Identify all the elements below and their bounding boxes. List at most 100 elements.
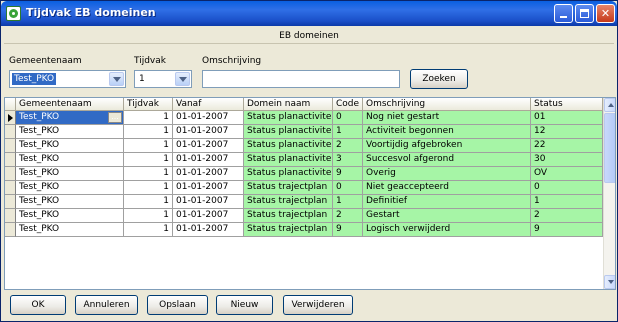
cell-omschrijving[interactable]: Logisch verwijderd: [363, 223, 531, 237]
cell-gemeentenaam[interactable]: Test_PKO ...: [16, 111, 124, 125]
column-header-status[interactable]: Status: [531, 98, 603, 111]
cell-vanaf[interactable]: 01-01-2007: [173, 153, 244, 167]
cell-vanaf[interactable]: 01-01-2007: [173, 195, 244, 209]
cell-code[interactable]: 9: [333, 167, 363, 181]
cell-gemeentenaam[interactable]: Test_PKO: [16, 223, 124, 237]
table-row[interactable]: Test_PKO ... 1 01-01-2007 Status planact…: [5, 111, 603, 125]
row-selector[interactable]: [5, 223, 16, 237]
cell-omschrijving[interactable]: Niet geaccepteerd: [363, 181, 531, 195]
cell-status[interactable]: 2: [531, 209, 603, 223]
cell-code[interactable]: 1: [333, 125, 363, 139]
cell-tijdvak[interactable]: 1: [124, 125, 173, 139]
cell-domein-naam[interactable]: Status trajectplan: [244, 223, 333, 237]
cell-vanaf[interactable]: 01-01-2007: [173, 209, 244, 223]
cell-vanaf[interactable]: 01-01-2007: [173, 125, 244, 139]
cell-vanaf[interactable]: 01-01-2007: [173, 181, 244, 195]
cell-status[interactable]: 0: [531, 181, 603, 195]
annuleren-button[interactable]: Annuleren: [75, 295, 138, 315]
close-button[interactable]: ✕: [596, 4, 615, 23]
vertical-scrollbar[interactable]: [603, 98, 615, 289]
cell-tijdvak[interactable]: 1: [124, 195, 173, 209]
cell-code[interactable]: 3: [333, 153, 363, 167]
row-selector[interactable]: [5, 167, 16, 181]
omschrijving-input[interactable]: [202, 70, 400, 88]
column-header-vanaf[interactable]: Vanaf: [173, 98, 244, 111]
column-header-code[interactable]: Code: [333, 98, 363, 111]
cell-domein-naam[interactable]: Status trajectplan: [244, 195, 333, 209]
cell-omschrijving[interactable]: Overig: [363, 167, 531, 181]
cell-status[interactable]: 30: [531, 153, 603, 167]
nieuw-button[interactable]: Nieuw: [216, 295, 273, 315]
cell-omschrijving[interactable]: Nog niet gestart: [363, 111, 531, 125]
scroll-thumb[interactable]: [604, 113, 615, 183]
cell-gemeentenaam[interactable]: Test_PKO: [16, 195, 124, 209]
cell-tijdvak[interactable]: 1: [124, 167, 173, 181]
cell-domein-naam[interactable]: Status trajectplan: [244, 209, 333, 223]
cell-status[interactable]: 22: [531, 139, 603, 153]
column-header-gemeentenaam[interactable]: Gemeentenaam: [16, 98, 124, 111]
scroll-up-icon[interactable]: [604, 98, 615, 112]
row-selector[interactable]: [5, 181, 16, 195]
table-row[interactable]: Test_PKO 1 01-01-2007 Status planactivit…: [5, 167, 603, 181]
cell-domein-naam[interactable]: Status planactiviteit: [244, 111, 333, 125]
ok-button[interactable]: OK: [10, 295, 66, 315]
minimize-button[interactable]: [554, 4, 573, 23]
tijdvak-select[interactable]: 1: [134, 70, 192, 88]
scroll-down-icon[interactable]: [604, 275, 615, 289]
cell-gemeentenaam[interactable]: Test_PKO: [16, 153, 124, 167]
cell-vanaf[interactable]: 01-01-2007: [173, 223, 244, 237]
cell-status[interactable]: 01: [531, 111, 603, 125]
cell-code[interactable]: 2: [333, 209, 363, 223]
row-selector[interactable]: [5, 111, 16, 125]
search-button[interactable]: Zoeken: [410, 69, 468, 89]
cell-gemeentenaam[interactable]: Test_PKO: [16, 181, 124, 195]
row-selector[interactable]: [5, 195, 16, 209]
column-header-tijdvak[interactable]: Tijdvak: [124, 98, 173, 111]
row-selector[interactable]: [5, 139, 16, 153]
cell-tijdvak[interactable]: 1: [124, 223, 173, 237]
cell-tijdvak[interactable]: 1: [124, 153, 173, 167]
gemeentenaam-select[interactable]: Test_PKO: [9, 70, 126, 88]
cell-omschrijving[interactable]: Gestart: [363, 209, 531, 223]
ellipsis-button[interactable]: ...: [108, 112, 122, 123]
cell-vanaf[interactable]: 01-01-2007: [173, 167, 244, 181]
table-row[interactable]: Test_PKO 1 01-01-2007 Status planactivit…: [5, 139, 603, 153]
cell-gemeentenaam[interactable]: Test_PKO: [16, 167, 124, 181]
row-selector[interactable]: [5, 125, 16, 139]
table-row[interactable]: Test_PKO 1 01-01-2007 Status trajectplan…: [5, 195, 603, 209]
cell-code[interactable]: 0: [333, 111, 363, 125]
cell-gemeentenaam[interactable]: Test_PKO: [16, 209, 124, 223]
cell-omschrijving[interactable]: Definitief: [363, 195, 531, 209]
cell-tijdvak[interactable]: 1: [124, 111, 173, 125]
cell-code[interactable]: 1: [333, 195, 363, 209]
cell-code[interactable]: 0: [333, 181, 363, 195]
column-header-domein-naam[interactable]: Domein naam: [244, 98, 333, 111]
table-row[interactable]: Test_PKO 1 01-01-2007 Status trajectplan…: [5, 181, 603, 195]
chevron-down-icon[interactable]: [109, 72, 124, 86]
column-header-omschrijving[interactable]: Omschrijving: [363, 98, 531, 111]
maximize-button[interactable]: [575, 4, 594, 23]
chevron-down-icon[interactable]: [175, 72, 190, 86]
cell-tijdvak[interactable]: 1: [124, 181, 173, 195]
row-selector[interactable]: [5, 209, 16, 223]
cell-omschrijving[interactable]: Voortijdig afgebroken: [363, 139, 531, 153]
verwijderen-button[interactable]: Verwijderen: [283, 295, 353, 315]
title-bar[interactable]: Tijdvak EB domeinen ✕: [1, 1, 617, 26]
cell-status[interactable]: 12: [531, 125, 603, 139]
cell-tijdvak[interactable]: 1: [124, 139, 173, 153]
table-row[interactable]: Test_PKO 1 01-01-2007 Status planactivit…: [5, 125, 603, 139]
cell-domein-naam[interactable]: Status planactiviteit: [244, 153, 333, 167]
cell-omschrijving[interactable]: Activiteit begonnen: [363, 125, 531, 139]
cell-status[interactable]: 9: [531, 223, 603, 237]
cell-tijdvak[interactable]: 1: [124, 209, 173, 223]
cell-status[interactable]: OV: [531, 167, 603, 181]
cell-domein-naam[interactable]: Status planactiviteit: [244, 139, 333, 153]
opslaan-button[interactable]: Opslaan: [147, 295, 208, 315]
cell-code[interactable]: 2: [333, 139, 363, 153]
cell-omschrijving[interactable]: Succesvol afgerond: [363, 153, 531, 167]
table-row[interactable]: Test_PKO 1 01-01-2007 Status trajectplan…: [5, 223, 603, 237]
cell-domein-naam[interactable]: Status trajectplan: [244, 181, 333, 195]
cell-status[interactable]: 1: [531, 195, 603, 209]
row-selector[interactable]: [5, 153, 16, 167]
cell-domein-naam[interactable]: Status planactiviteit: [244, 125, 333, 139]
